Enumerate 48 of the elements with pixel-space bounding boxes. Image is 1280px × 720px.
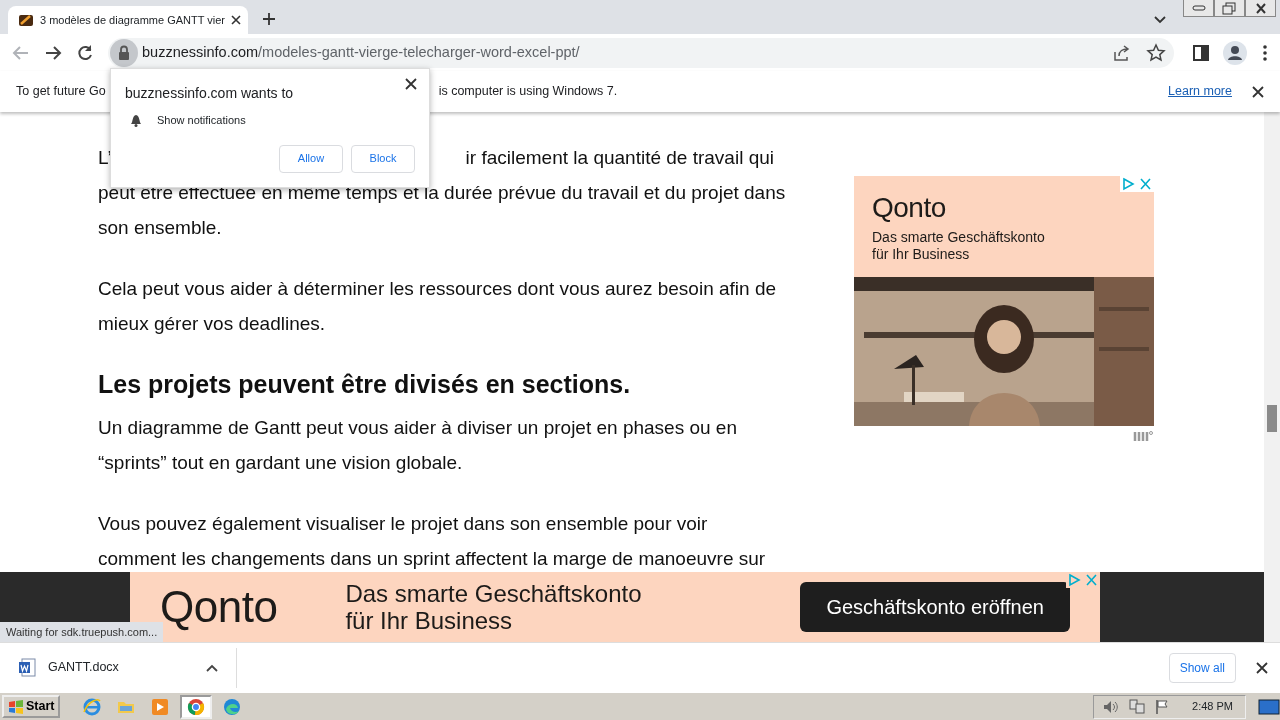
article-paragraph: Vous pouvez également visualiser le projet dans son ensemble pour voir comment les changements dans un sprint affectent la marge de manoeuvre sur [98,512,767,571]
ad-network-icon [1133,430,1153,442]
ad-tagline: Das smarte Geschäftskonto für Ihr Business [345,580,643,634]
show-all-button[interactable]: Show all [1168,652,1236,683]
article-paragraph: Un diagramme de Gantt peut vous aider à diviser un projet en phases ou en “sprints” tout en gardant une vision globale. [98,416,738,475]
tab-title: 3 modèles de diagramme GANTT vier [40,12,226,28]
share-icon[interactable] [1112,42,1132,63]
infobar-message: is computer is using Windows 7. [438,83,618,101]
browser-tab[interactable]: 3 modèles de diagramme GANTT vier [8,6,248,34]
lock-icon[interactable] [110,38,138,67]
infobar-message: To get future Go [16,83,106,101]
profile-icon[interactable] [1222,39,1248,66]
url-path: /modeles-gantt-vierge-telecharger-word-excel-ppt/ [258,43,580,60]
restore-icon[interactable] [1220,1,1239,15]
star-icon[interactable] [1146,42,1166,63]
popup-title: buzznessinfo.com wants to [125,84,295,103]
close-icon[interactable] [231,15,242,25]
status-text: Waiting for sdk.truepush.com... [0,621,164,642]
show-desktop-icon[interactable] [1258,697,1280,716]
bell-icon [129,113,143,128]
download-item[interactable]: GANTT.docx [0,647,237,688]
url-domain: buzznessinfo.com [142,43,259,60]
ad-logo: Qonto [872,191,946,225]
network-icon[interactable] [1128,698,1147,715]
article-heading: Les projets peuvent être divisés en sections. [98,369,632,400]
learn-more-link[interactable]: Learn more [1168,82,1232,101]
close-icon[interactable] [1252,85,1264,98]
chevron-up-icon[interactable] [206,663,218,672]
clock-time: 2:48 PM [1192,699,1233,715]
permission-button[interactable]: Allow [279,144,343,173]
ad-tagline: Das smarte Geschäftskonto für Ihr Business [872,229,1046,263]
text-fragment: ir facilement la quantité de travail qui [465,146,774,170]
document-icon [18,657,36,678]
windows-logo-icon [8,699,24,714]
flag-icon[interactable] [1154,698,1171,715]
address-bar[interactable]: buzznessinfo.com/modeles-gantt-vierge-telecharger-word-excel-ppt/ [108,37,1174,68]
permission-button[interactable]: Block [351,144,415,173]
site-icon [18,12,34,28]
permission-label: Show notifications [157,113,246,128]
chrome-icon[interactable] [186,696,207,717]
new-tab-icon[interactable] [262,12,276,26]
close-icon[interactable] [1256,661,1268,674]
start-button[interactable]: Start [2,695,61,718]
ad-banner[interactable]: Qonto Das smarte Geschäftskonto für Ihr Business [854,176,1154,426]
close-icon[interactable] [405,78,417,90]
open-account-button[interactable]: Geschäftskonto eröffnen [800,582,1070,632]
chevron-down-icon[interactable] [1154,16,1166,24]
article-paragraph: Cela peut vous aider à déterminer les ressources dont vous aurez besoin afin de mieux gérer vos deadlines. [98,277,778,336]
